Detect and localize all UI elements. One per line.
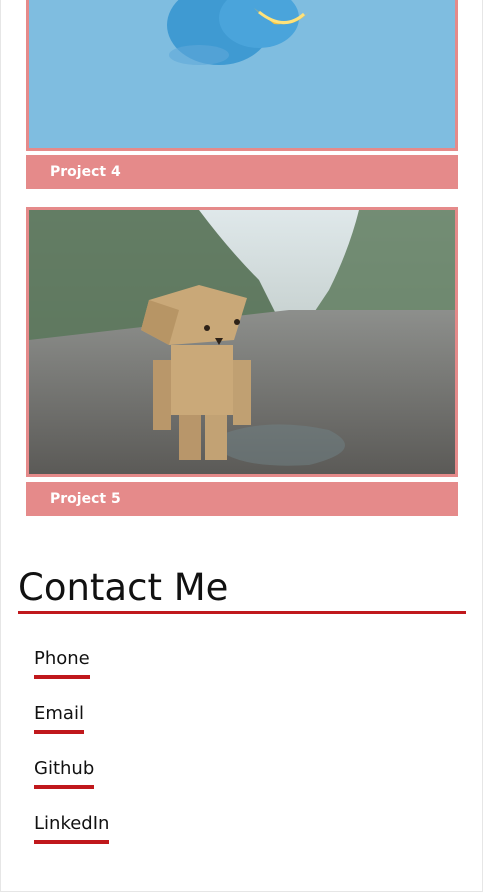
contact-title-underline xyxy=(18,611,466,614)
contact-title: Contact Me xyxy=(18,566,229,609)
project-5-label: Project 5 xyxy=(50,491,121,507)
contact-link-linkedin[interactable]: LinkedIn xyxy=(34,813,110,844)
project-5-caption[interactable]: Project 5 xyxy=(26,482,458,516)
contact-link-email[interactable]: Email xyxy=(34,703,84,734)
contact-link-phone[interactable]: Phone xyxy=(34,648,90,679)
blue-fruit-photo xyxy=(29,0,455,148)
cardboard-robot-photo xyxy=(29,210,455,474)
project-4-caption[interactable]: Project 4 xyxy=(26,155,458,189)
contact-link-github[interactable]: Github xyxy=(34,758,95,789)
project-5-image[interactable] xyxy=(26,207,458,477)
project-4-label: Project 4 xyxy=(50,164,121,180)
project-4-image[interactable] xyxy=(26,0,458,151)
